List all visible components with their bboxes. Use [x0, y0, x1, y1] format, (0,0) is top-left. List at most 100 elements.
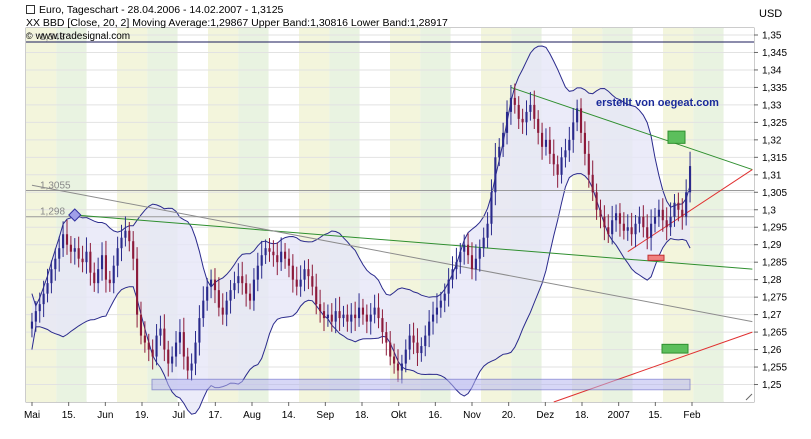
candle-body [650, 223, 653, 238]
x-tick-label: Mai [24, 410, 40, 421]
candle-body [350, 314, 353, 322]
candle-body [89, 251, 92, 273]
candle-body [354, 314, 357, 319]
candle-body [626, 227, 629, 231]
candle-body [221, 307, 224, 315]
candle-body [431, 314, 435, 322]
candle-body [400, 363, 403, 371]
candle-body [108, 279, 111, 284]
candle-body [229, 290, 232, 301]
candle-body [319, 304, 322, 312]
y-tick-label: 1,275 [762, 293, 787, 304]
candle-body [326, 314, 329, 319]
candle-body [393, 356, 396, 364]
candle-body [155, 335, 158, 357]
candle-body [681, 209, 684, 217]
candle-body [283, 251, 287, 259]
candle-body [65, 234, 69, 245]
candle-body [389, 342, 392, 357]
candle-body [661, 209, 664, 221]
candle-body [178, 332, 181, 343]
x-tick-label: 19. [135, 410, 149, 421]
candle-body [470, 255, 474, 270]
horizontal-level-label: 1,298 [40, 207, 65, 218]
candle-body [136, 258, 139, 315]
y-tick-label: 1,33 [762, 100, 782, 111]
candle-body [322, 311, 326, 319]
y-tick-label: 1,285 [762, 258, 787, 269]
chart-title-text: Euro, Tageschart - 28.04.2006 - 14.02.20… [39, 4, 284, 16]
y-tick-label: 1,335 [762, 83, 787, 94]
candle-body [116, 248, 119, 266]
candle-body [38, 304, 41, 312]
candle-body [451, 269, 454, 280]
candle-body [556, 164, 559, 175]
y-tick-label: 1,27 [762, 310, 782, 321]
candle-body [159, 328, 162, 336]
candle-body [330, 314, 333, 322]
candle-body [46, 283, 49, 294]
candle-body [572, 122, 575, 140]
candle-body [482, 237, 485, 249]
candle-body [342, 314, 345, 319]
candle-body [291, 265, 294, 280]
candle-body [478, 248, 481, 259]
copyright-icon: © [26, 31, 33, 41]
candle-body [521, 118, 524, 123]
x-tick-label: Sep [316, 410, 334, 421]
candle-body [260, 255, 263, 266]
candle-body [498, 146, 501, 158]
candle-body [272, 251, 275, 256]
candle-body [587, 153, 590, 175]
candle-body [435, 307, 439, 315]
candle-body [517, 104, 520, 119]
y-tick-label: 1,3 [762, 205, 776, 216]
x-tick-label: Aug [243, 410, 261, 421]
candle-body [69, 244, 72, 252]
candle-body [560, 157, 563, 175]
candle-body [58, 248, 61, 259]
source-credit-text: www.tradesignal.com [35, 31, 131, 42]
candle-body [151, 349, 154, 357]
author-annotation: erstellt von oegeat.com [596, 97, 719, 109]
y-tick-label: 1,29 [762, 240, 782, 251]
x-tick-label: Okt [391, 410, 407, 421]
candle-body [657, 209, 660, 217]
candle-body [198, 318, 201, 343]
candle-body [241, 276, 244, 284]
candle-body [544, 139, 548, 147]
y-tick-label: 1,31 [762, 170, 782, 181]
candle-body [428, 321, 431, 336]
background-stripe [572, 28, 603, 402]
y-tick-label: 1,35 [762, 30, 782, 41]
candle-body [186, 356, 189, 371]
candle-body [513, 97, 516, 105]
y-tick-label: 1,295 [762, 223, 787, 234]
candle-body [385, 332, 388, 343]
candle-body [202, 300, 205, 319]
candle-body [174, 342, 178, 357]
chart-title: Euro, Tageschart - 28.04.2006 - 14.02.20… [26, 4, 283, 16]
candle-body [591, 174, 594, 193]
background-stripe [329, 28, 360, 402]
candle-body [81, 258, 84, 263]
signal-box-red [647, 254, 665, 261]
y-tick-label: 1,315 [762, 153, 787, 164]
candle-body [54, 258, 57, 270]
candle-body [455, 262, 458, 270]
candle-body [132, 241, 135, 259]
candle-body [685, 192, 688, 217]
candle-body [311, 276, 314, 287]
y-tick-label: 1,265 [762, 328, 787, 339]
x-tick-label: 17. [208, 410, 222, 421]
candle-body [276, 255, 279, 263]
candle-body [474, 258, 477, 270]
candle-body [552, 153, 555, 165]
background-stripe [299, 28, 330, 402]
x-tick-label: 20. [502, 410, 516, 421]
candle-body [603, 216, 606, 228]
candle-body [163, 328, 166, 350]
y-tick-label: 1,305 [762, 188, 787, 199]
candle-body [404, 349, 407, 364]
candle-body [490, 192, 493, 224]
